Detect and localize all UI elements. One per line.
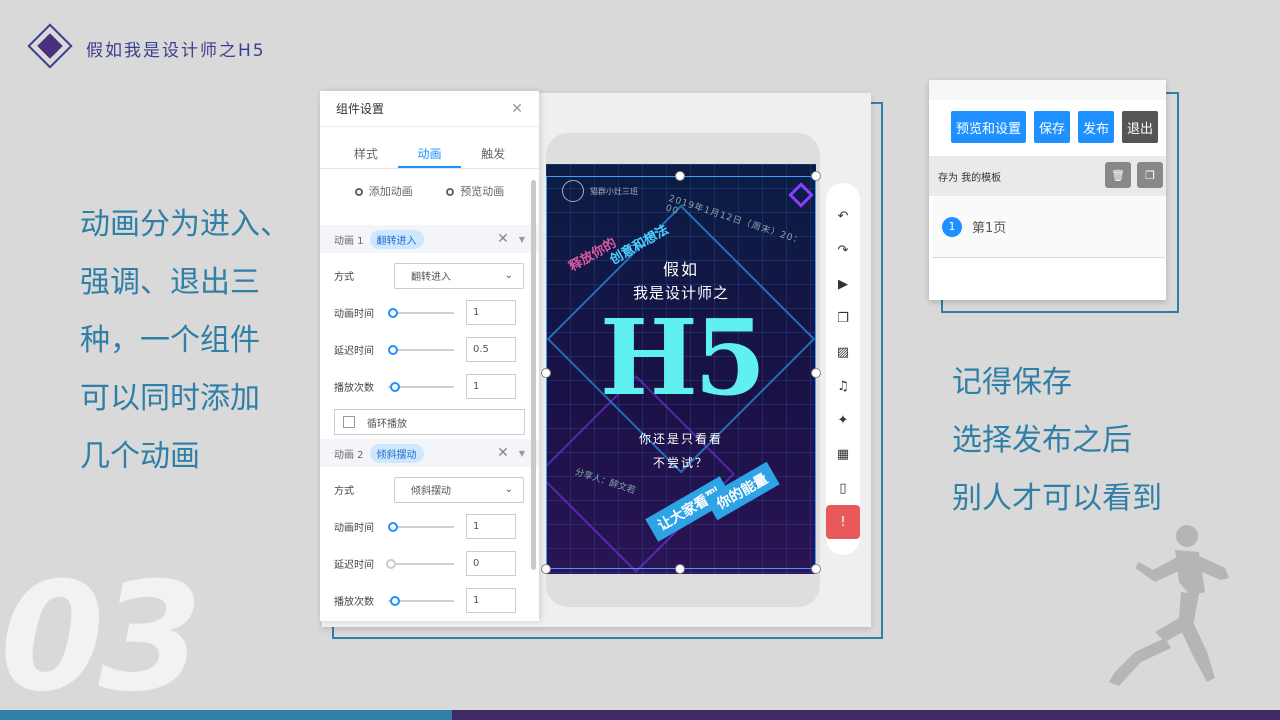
copy-icon[interactable]: ❐: [826, 303, 860, 333]
panel-title: 组件设置: [336, 102, 385, 116]
page-number-badge: 1: [942, 216, 962, 237]
page-label: 第1页: [972, 221, 1007, 236]
right-line: 选择发布之后: [952, 423, 1132, 458]
vertical-toolbar: ↶ ↷ ▶ ❐ ▨ ♫ ✦ ▦ ▯ !: [826, 183, 860, 555]
grid-icon[interactable]: ▦: [826, 439, 860, 469]
resize-handle[interactable]: [675, 564, 685, 574]
left-line: 种，一个组件: [80, 323, 260, 358]
resize-handle[interactable]: [675, 171, 685, 181]
preview-icon: [446, 188, 455, 196]
chevron-down-icon[interactable]: ▼: [519, 449, 525, 458]
count-slider[interactable]: [388, 595, 454, 606]
panel-scrollbar[interactable]: [531, 180, 536, 570]
left-line: 可以同时添加: [80, 381, 260, 416]
count-slider[interactable]: [388, 381, 454, 392]
phone-icon[interactable]: ▯: [826, 473, 860, 503]
right-line: 别人才可以看到: [952, 481, 1162, 516]
preview-animation-button[interactable]: 预览动画: [446, 183, 504, 215]
trash-icon[interactable]: 🗑: [1105, 162, 1131, 188]
method-select[interactable]: 倾斜摆动 ⌄: [394, 476, 524, 503]
tab-animation[interactable]: 动画: [397, 137, 462, 168]
publish-button[interactable]: 发布: [1078, 111, 1115, 143]
sparkle-icon[interactable]: ✦: [826, 405, 860, 435]
play-icon[interactable]: ▶: [826, 269, 860, 299]
page-list-item[interactable]: 1 第1页: [932, 196, 1165, 258]
tab-trigger[interactable]: 触发: [461, 137, 525, 168]
count-input[interactable]: 1: [466, 374, 516, 399]
duration-slider[interactable]: [388, 307, 454, 318]
remove-icon[interactable]: ✕: [497, 445, 509, 461]
tab-style[interactable]: 样式: [334, 137, 398, 168]
deck-title: 假如我是设计师之H5: [86, 41, 266, 61]
publish-panel: 预览和设置 保存 发布 退出 存为 我的模板 🗑 ❐ 1 第1页: [929, 80, 1166, 300]
bottom-bar-teal: [0, 710, 452, 720]
logo: [27, 23, 73, 69]
poster-h5: H5: [599, 296, 767, 419]
duration-input[interactable]: 1: [466, 300, 516, 325]
left-description: 动画分为进入、 强调、退出三 种，一个组件 可以同时添加 几个动画: [80, 196, 310, 486]
animation-chip: 倾斜摆动: [369, 443, 424, 463]
animation-2-header[interactable]: 动画 2 倾斜摆动 ✕ ▼: [320, 439, 539, 467]
alert-icon[interactable]: !: [826, 505, 860, 539]
copy-icon[interactable]: ❐: [1137, 162, 1163, 188]
count-input[interactable]: 1: [466, 588, 516, 613]
delay-slider[interactable]: [388, 344, 454, 355]
redo-icon[interactable]: ↷: [826, 235, 860, 265]
close-icon[interactable]: ✕: [511, 101, 523, 117]
left-line: 几个动画: [80, 439, 200, 474]
component-settings-panel: 组件设置 ✕ 样式 动画 触发 添加动画 预览动画 动画 1 翻转进入 ✕ ▼ …: [320, 91, 539, 621]
duration-slider[interactable]: [388, 521, 454, 532]
panel-tabs: 样式 动画 触发: [320, 137, 539, 169]
chevron-down-icon[interactable]: ▼: [519, 235, 525, 244]
delay-input[interactable]: 0.5: [466, 337, 516, 362]
right-line: 记得保存: [952, 365, 1072, 400]
animation-1-header[interactable]: 动画 1 翻转进入 ✕ ▼: [320, 225, 539, 253]
poster-line-1: 假如: [662, 260, 699, 279]
left-line: 动画分为进入、: [80, 207, 290, 242]
resize-handle[interactable]: [541, 564, 551, 574]
preview-settings-button[interactable]: 预览和设置: [951, 111, 1027, 143]
loop-checkbox[interactable]: 循环播放: [334, 409, 525, 435]
poster[interactable]: 猫群小灶三班 2019年1月12日（周末）20：00 释放你的 创意和想法 假如…: [546, 164, 816, 574]
resize-handle[interactable]: [541, 368, 551, 378]
texture-icon[interactable]: ▨: [826, 337, 860, 367]
duration-input[interactable]: 1: [466, 514, 516, 539]
poster-brand: 猫群小灶三班: [562, 180, 638, 202]
save-template-label[interactable]: 存为 我的模板: [938, 169, 1001, 184]
section-number: 03: [0, 551, 203, 720]
bottom-bar-purple: [452, 710, 1280, 720]
save-template-row: 存为 我的模板 🗑 ❐: [929, 156, 1166, 196]
delay-input[interactable]: 0: [466, 551, 516, 576]
resize-handle[interactable]: [811, 171, 821, 181]
runner-illustration: [1109, 525, 1229, 686]
add-icon: [354, 188, 363, 196]
add-animation-button[interactable]: 添加动画: [354, 183, 413, 215]
music-icon[interactable]: ♫: [826, 371, 860, 401]
right-description: 记得保存 选择发布之后 别人才可以看到: [952, 354, 1212, 528]
delay-slider[interactable]: [386, 558, 454, 569]
poster-line-3: 你还是只看看: [638, 432, 723, 446]
method-select[interactable]: 翻转进入 ⌄: [394, 262, 524, 289]
remove-icon[interactable]: ✕: [497, 231, 509, 247]
left-line: 强调、退出三: [80, 265, 260, 300]
save-button[interactable]: 保存: [1034, 111, 1071, 143]
undo-icon[interactable]: ↶: [826, 201, 860, 231]
exit-button[interactable]: 退出: [1122, 111, 1159, 143]
resize-handle[interactable]: [811, 368, 821, 378]
animation-chip: 翻转进入: [369, 229, 424, 249]
resize-handle[interactable]: [811, 564, 821, 574]
